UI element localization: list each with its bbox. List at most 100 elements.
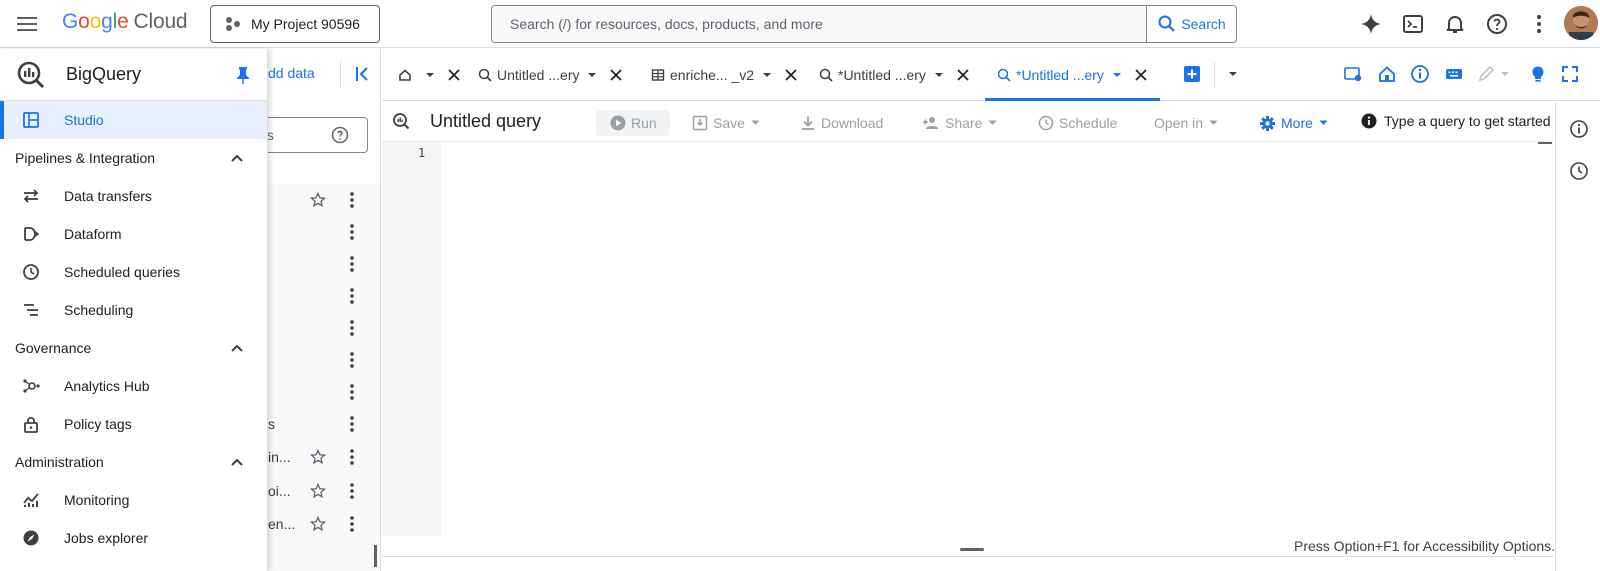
star-icon[interactable] xyxy=(310,192,326,208)
tab-untitled-query-1[interactable]: Untitled ...ery xyxy=(478,49,623,101)
download-button[interactable]: Download xyxy=(800,110,883,136)
nav-item-policy-tags[interactable]: Policy tags xyxy=(0,405,267,443)
row-menu-icon[interactable] xyxy=(350,319,354,337)
explorer-search-input[interactable]: es xyxy=(258,117,368,153)
nav-item-label: Policy tags xyxy=(64,416,132,432)
tab-dropdown-icon[interactable] xyxy=(425,72,435,78)
close-tab-icon[interactable] xyxy=(1134,68,1148,82)
sql-editor[interactable]: 1 xyxy=(382,142,1554,536)
section-administration[interactable]: Administration xyxy=(0,443,267,481)
nav-item-jobs-explorer[interactable]: Jobs explorer xyxy=(0,519,267,557)
explorer-row[interactable] xyxy=(268,376,380,408)
star-icon[interactable] xyxy=(310,516,326,532)
help-circle-icon[interactable] xyxy=(331,126,349,144)
search-input[interactable] xyxy=(492,6,1146,42)
explorer-resize-handle[interactable] xyxy=(374,545,377,567)
section-pipelines-integration[interactable]: Pipelines & Integration xyxy=(0,139,267,177)
explorer-row[interactable] xyxy=(268,184,380,216)
save-button[interactable]: Save xyxy=(692,110,760,136)
nav-item-data-transfers[interactable]: Data transfers xyxy=(0,177,267,215)
explorer-row[interactable]: in... xyxy=(268,441,380,473)
row-menu-icon[interactable] xyxy=(350,255,354,273)
tab-table-enriched[interactable]: enriche... _v2 xyxy=(651,49,798,101)
main-menu-icon[interactable] xyxy=(14,12,40,36)
keyboard-icon[interactable] xyxy=(1444,64,1464,84)
star-icon[interactable] xyxy=(310,449,326,465)
explorer-row[interactable]: s xyxy=(268,408,380,440)
close-tab-icon[interactable] xyxy=(447,68,461,82)
tab-home[interactable] xyxy=(398,49,461,101)
monitor-settings-icon[interactable] xyxy=(1343,64,1363,84)
editor-results-split-handle[interactable] xyxy=(960,548,984,551)
search-button[interactable]: Search xyxy=(1146,6,1236,42)
editor-scrollbar[interactable] xyxy=(1538,142,1552,144)
lightbulb-icon[interactable] xyxy=(1528,64,1548,84)
tab-dropdown-icon[interactable] xyxy=(587,72,597,78)
project-picker-button[interactable]: My Project 90596 xyxy=(210,5,380,43)
row-menu-icon[interactable] xyxy=(350,515,354,533)
share-button[interactable]: Share xyxy=(922,110,997,136)
explorer-row[interactable] xyxy=(268,216,380,248)
explorer-row[interactable] xyxy=(268,344,380,376)
tabs-overflow-dropdown-icon[interactable] xyxy=(1223,64,1243,84)
chevron-up-icon xyxy=(231,458,243,466)
nav-item-monitoring[interactable]: Monitoring xyxy=(0,481,267,519)
explorer-row[interactable]: en... xyxy=(268,508,380,540)
cloud-shell-icon[interactable] xyxy=(1401,12,1425,36)
google-cloud-logo[interactable]: Google Cloud xyxy=(62,10,188,34)
row-menu-icon[interactable] xyxy=(350,191,354,209)
nav-item-label: Scheduling xyxy=(64,302,134,318)
query-title[interactable]: Untitled query xyxy=(430,111,541,132)
info-icon[interactable] xyxy=(1410,64,1430,84)
explorer-row[interactable]: oi... xyxy=(268,475,380,507)
fullscreen-icon[interactable] xyxy=(1560,64,1580,84)
run-button[interactable]: Run xyxy=(596,110,670,136)
open-in-button[interactable]: Open in xyxy=(1154,110,1218,136)
format-pen-icon[interactable] xyxy=(1477,64,1511,84)
row-menu-icon[interactable] xyxy=(350,448,354,466)
explorer-row[interactable] xyxy=(268,280,380,312)
tab-dropdown-icon[interactable] xyxy=(1112,72,1122,78)
schedule-button[interactable]: Schedule xyxy=(1038,110,1117,136)
row-menu-icon[interactable] xyxy=(350,223,354,241)
nav-item-label: Jobs explorer xyxy=(64,530,149,546)
star-icon[interactable] xyxy=(310,483,326,499)
row-menu-icon[interactable] xyxy=(350,415,354,433)
explorer-row[interactable] xyxy=(268,248,380,280)
nav-item-analytics-hub[interactable]: Analytics Hub xyxy=(0,367,267,405)
section-governance[interactable]: Governance xyxy=(0,329,267,367)
account-avatar[interactable] xyxy=(1564,6,1598,40)
collapse-panel-icon[interactable] xyxy=(354,65,372,83)
nav-item-dataform[interactable]: Dataform xyxy=(0,215,267,253)
tab-untitled-query-2[interactable]: *Untitled ...ery xyxy=(819,49,970,101)
explorer-row[interactable] xyxy=(268,312,380,344)
home-icon[interactable] xyxy=(1377,64,1397,84)
tab-dropdown-icon[interactable] xyxy=(934,72,944,78)
new-query-plus-icon[interactable] xyxy=(1182,64,1202,84)
info-outline-icon[interactable] xyxy=(1569,119,1589,139)
add-data-button[interactable]: dd data xyxy=(268,65,315,81)
global-search: Search xyxy=(491,5,1237,43)
pin-icon[interactable] xyxy=(234,65,252,85)
query-icon xyxy=(478,68,492,82)
gemini-sparkle-icon[interactable] xyxy=(1359,12,1383,36)
tab-untitled-query-active[interactable]: *Untitled ...ery xyxy=(985,49,1160,101)
close-tab-icon[interactable] xyxy=(609,68,623,82)
row-menu-icon[interactable] xyxy=(350,383,354,401)
row-menu-icon[interactable] xyxy=(350,287,354,305)
help-icon[interactable] xyxy=(1485,12,1509,36)
navigation-drawer: BigQuery Studio Pipelines & Integration … xyxy=(0,49,268,571)
more-button[interactable]: More xyxy=(1259,110,1328,136)
nav-item-scheduling[interactable]: Scheduling xyxy=(0,291,267,329)
more-options-icon[interactable] xyxy=(1527,12,1551,36)
row-menu-icon[interactable] xyxy=(350,351,354,369)
close-tab-icon[interactable] xyxy=(784,68,798,82)
row-menu-icon[interactable] xyxy=(350,482,354,500)
tab-dropdown-icon[interactable] xyxy=(762,72,772,78)
close-tab-icon[interactable] xyxy=(956,68,970,82)
notifications-bell-icon[interactable] xyxy=(1443,12,1467,36)
search-icon xyxy=(1158,15,1176,32)
nav-item-studio[interactable]: Studio xyxy=(0,101,267,139)
history-clock-icon[interactable] xyxy=(1569,161,1589,181)
nav-item-scheduled-queries[interactable]: Scheduled queries xyxy=(0,253,267,291)
